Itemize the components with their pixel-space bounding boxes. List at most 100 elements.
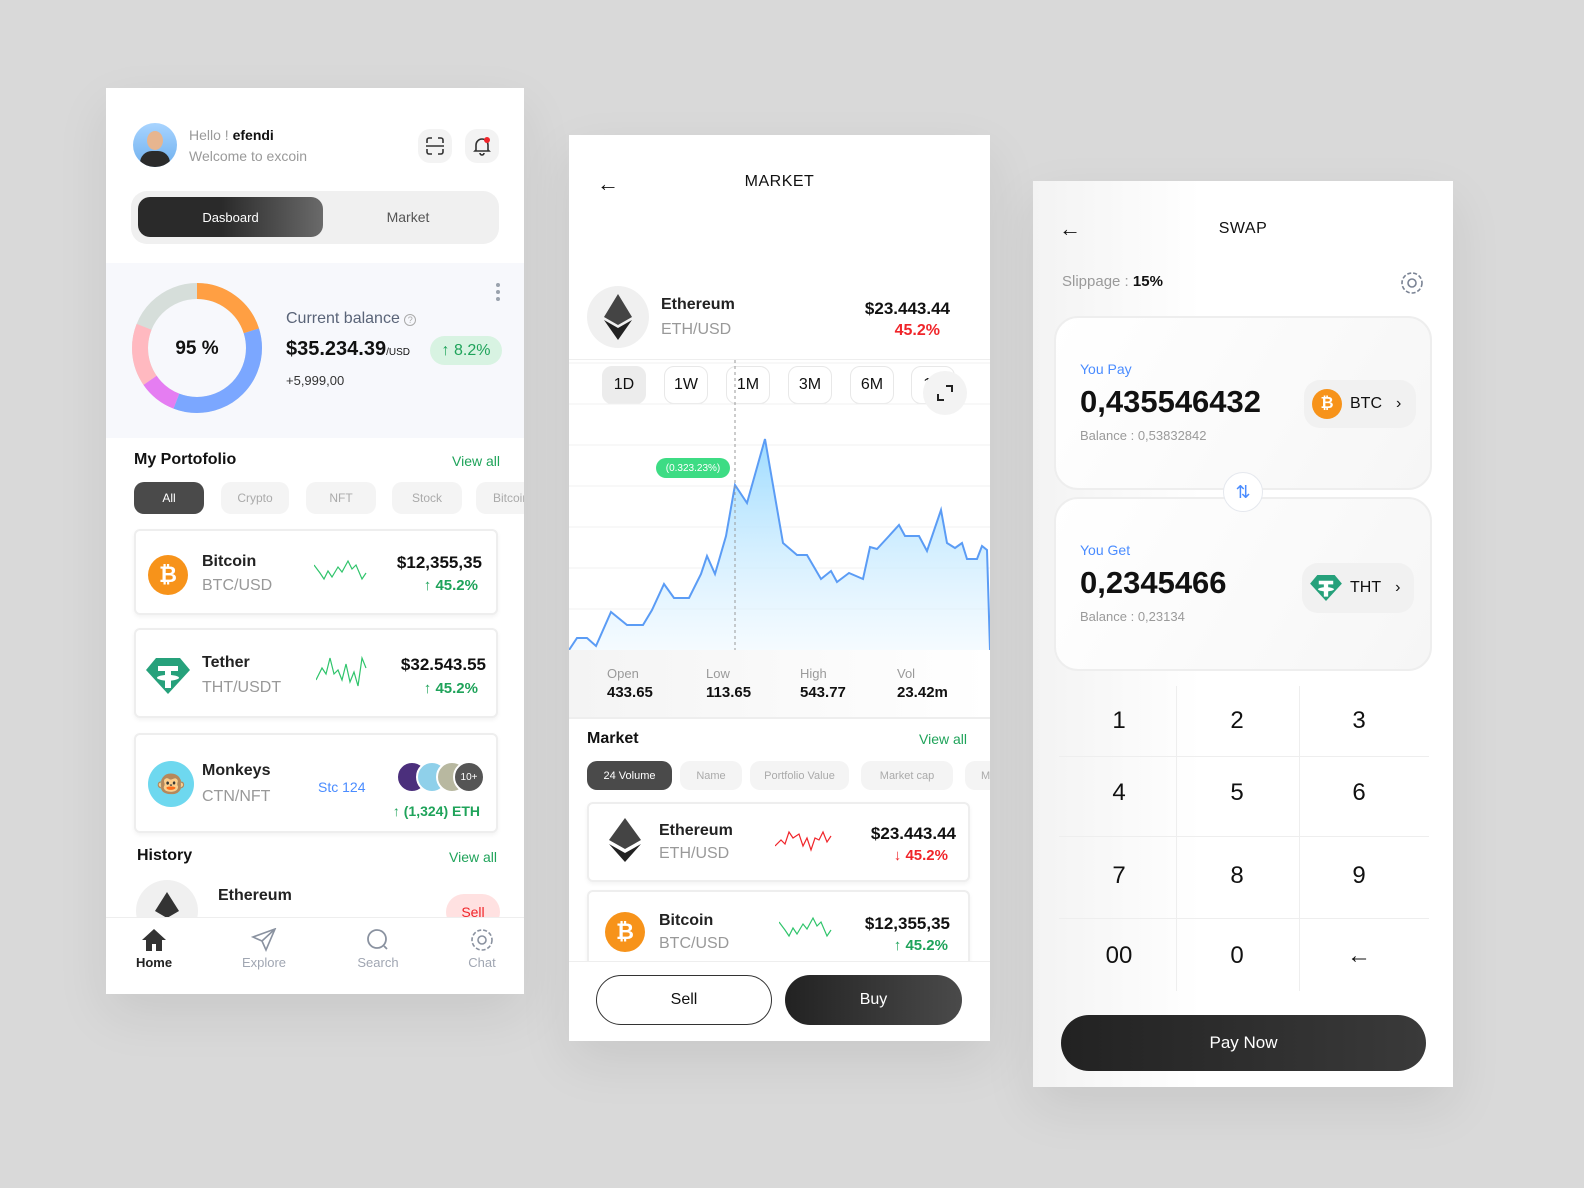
settings-button[interactable] xyxy=(1399,270,1425,301)
sparkline xyxy=(316,655,367,687)
avatar[interactable] xyxy=(133,123,177,167)
nft-change: ↑ (1,324) ETH xyxy=(392,803,480,819)
tab-market[interactable]: Market xyxy=(323,197,493,237)
you-pay-card: You Pay 0,435546432 Balance : 0,53832842… xyxy=(1054,316,1432,490)
pay-now-button[interactable]: Pay Now xyxy=(1061,1015,1426,1071)
filter-nft[interactable]: NFT xyxy=(306,482,376,514)
asset-price: $32.543.55 xyxy=(400,655,486,674)
filter-bitcoin[interactable]: Bitcoin xyxy=(476,482,524,514)
stat-open: Open 433.65 xyxy=(607,666,653,701)
dashboard-screen: Hello ! efendi Welcome to excoin Dasboar… xyxy=(106,88,524,994)
key-00[interactable]: 00 xyxy=(1059,921,1179,991)
row-name: Ethereum xyxy=(659,822,733,839)
coin-change: 45.2% xyxy=(894,322,940,339)
market-row-ethereum[interactable]: Ethereum ETH/USD $23.443.44 ↓ 45.2% xyxy=(587,802,970,882)
history-view-all-link[interactable]: View all xyxy=(449,849,497,865)
swap-screen: ← SWAP Slippage : 15% You Pay 0,43554643… xyxy=(1033,181,1453,1087)
filter-stock[interactable]: Stock xyxy=(392,482,462,514)
row-price: $12,355,35 xyxy=(864,914,950,933)
row-change: ↑ 45.2% xyxy=(893,937,948,954)
history-item[interactable]: Ethereum Sell xyxy=(106,876,524,918)
asset-card-monkeys[interactable]: 🐵 Monkeys CTN/NFT Stc 124 10+ ↑ (1,324) … xyxy=(134,733,498,833)
balance-section: 95 % Current balance ? $35.234.39/USD ↑ … xyxy=(106,263,524,438)
filter-more[interactable]: M xyxy=(965,761,990,790)
gear-icon xyxy=(471,929,493,951)
row-pair: BTC/USD xyxy=(659,935,730,952)
key-8[interactable]: 8 xyxy=(1177,841,1297,911)
you-get-card: You Get 0,2345466 Balance : 0,23134 THT › xyxy=(1054,497,1432,671)
asset-name: Monkeys xyxy=(202,762,271,779)
key-7[interactable]: 7 xyxy=(1059,841,1179,911)
key-4[interactable]: 4 xyxy=(1059,758,1179,828)
donut-percent: 95 % xyxy=(175,338,219,359)
pay-token-selector[interactable]: ₿ BTC › xyxy=(1304,380,1416,428)
get-token-selector[interactable]: THT › xyxy=(1302,563,1414,613)
backspace-key[interactable]: ← xyxy=(1299,921,1419,991)
market-view-all-link[interactable]: View all xyxy=(919,731,967,747)
help-icon[interactable]: ? xyxy=(404,314,417,326)
scan-button[interactable] xyxy=(418,129,452,163)
history-name: Ethereum xyxy=(218,887,292,904)
ethereum-icon xyxy=(136,880,198,918)
key-2[interactable]: 2 xyxy=(1177,686,1297,756)
tether-icon xyxy=(1310,575,1342,601)
sell-button[interactable]: Sell xyxy=(596,975,772,1025)
asset-pair: BTC/USD xyxy=(202,577,273,594)
filter-24-volume[interactable]: 24 Volume xyxy=(587,761,672,790)
you-pay-balance: Balance : 0,53832842 xyxy=(1080,428,1207,443)
market-row-bitcoin[interactable]: ₿ Bitcoin BTC/USD $12,355,35 ↑ 45.2% xyxy=(587,890,970,970)
bitcoin-icon: ₿ xyxy=(605,912,645,952)
bitcoin-icon: ₿ xyxy=(1312,389,1342,419)
key-0[interactable]: 0 xyxy=(1177,921,1297,991)
you-pay-amount-input[interactable]: 0,435546432 xyxy=(1080,384,1261,420)
portfolio-view-all-link[interactable]: View all xyxy=(452,453,500,469)
buy-button[interactable]: Buy xyxy=(785,975,962,1025)
chart-area-fill xyxy=(569,439,990,650)
row-change: ↓ 45.2% xyxy=(893,847,948,864)
ethereum-icon xyxy=(587,286,649,348)
key-9[interactable]: 9 xyxy=(1299,841,1419,911)
filter-market-cap[interactable]: Market cap xyxy=(861,761,953,790)
nft-avatar-stack: 10+ xyxy=(396,761,492,793)
home-icon xyxy=(142,929,166,951)
market-list-title: Market xyxy=(587,730,639,747)
you-get-balance: Balance : 0,23134 xyxy=(1080,609,1185,624)
stat-low: Low 113.65 xyxy=(706,666,752,701)
chart-tooltip: (0.323.23%) xyxy=(656,458,730,478)
search-icon xyxy=(367,929,388,950)
swap-direction-button[interactable]: ⇅ xyxy=(1223,472,1263,512)
expand-chart-button[interactable] xyxy=(923,371,967,415)
filter-all[interactable]: All xyxy=(134,482,204,514)
scan-icon xyxy=(426,137,444,155)
swap-arrows-icon: ⇅ xyxy=(1235,481,1251,502)
coin-price: $23.443.44 xyxy=(864,299,950,318)
key-1[interactable]: 1 xyxy=(1059,686,1179,756)
row-pair: ETH/USD xyxy=(659,845,730,862)
filter-name[interactable]: Name xyxy=(680,761,742,790)
notifications-button[interactable] xyxy=(465,129,499,163)
send-icon xyxy=(250,927,277,952)
key-6[interactable]: 6 xyxy=(1299,758,1419,828)
page-title: SWAP xyxy=(1218,220,1268,237)
coin-name: Ethereum xyxy=(661,296,735,313)
asset-card-tether[interactable]: Tether THT/USDT $32.543.55 ↑ 45.2% xyxy=(134,628,498,718)
nav-home[interactable]: Home xyxy=(114,928,194,970)
ethereum-icon xyxy=(609,818,641,862)
nav-search[interactable]: Search xyxy=(338,928,418,970)
filter-portfolio-value[interactable]: Portfolio Value xyxy=(750,761,849,790)
filter-crypto[interactable]: Crypto xyxy=(221,482,289,514)
nav-chat[interactable]: Chat xyxy=(442,928,522,970)
tab-dashboard[interactable]: Dasboard xyxy=(138,197,323,237)
nav-explore[interactable]: Explore xyxy=(224,927,304,970)
more-options-icon[interactable] xyxy=(496,283,500,301)
asset-pair: CTN/NFT xyxy=(202,788,271,805)
asset-pair: THT/USDT xyxy=(202,679,282,696)
balance-value: $35.234.39/USD xyxy=(286,338,411,360)
gear-icon xyxy=(1401,272,1423,294)
key-5[interactable]: 5 xyxy=(1177,758,1297,828)
asset-card-bitcoin[interactable]: ₿ Bitcoin BTC/USD $12,355,35 ↑ 45.2% xyxy=(134,529,498,615)
slippage: Slippage : 15% xyxy=(1062,273,1163,290)
chevron-right-icon: › xyxy=(1395,579,1401,596)
sparkline xyxy=(314,559,367,581)
key-3[interactable]: 3 xyxy=(1299,686,1419,756)
